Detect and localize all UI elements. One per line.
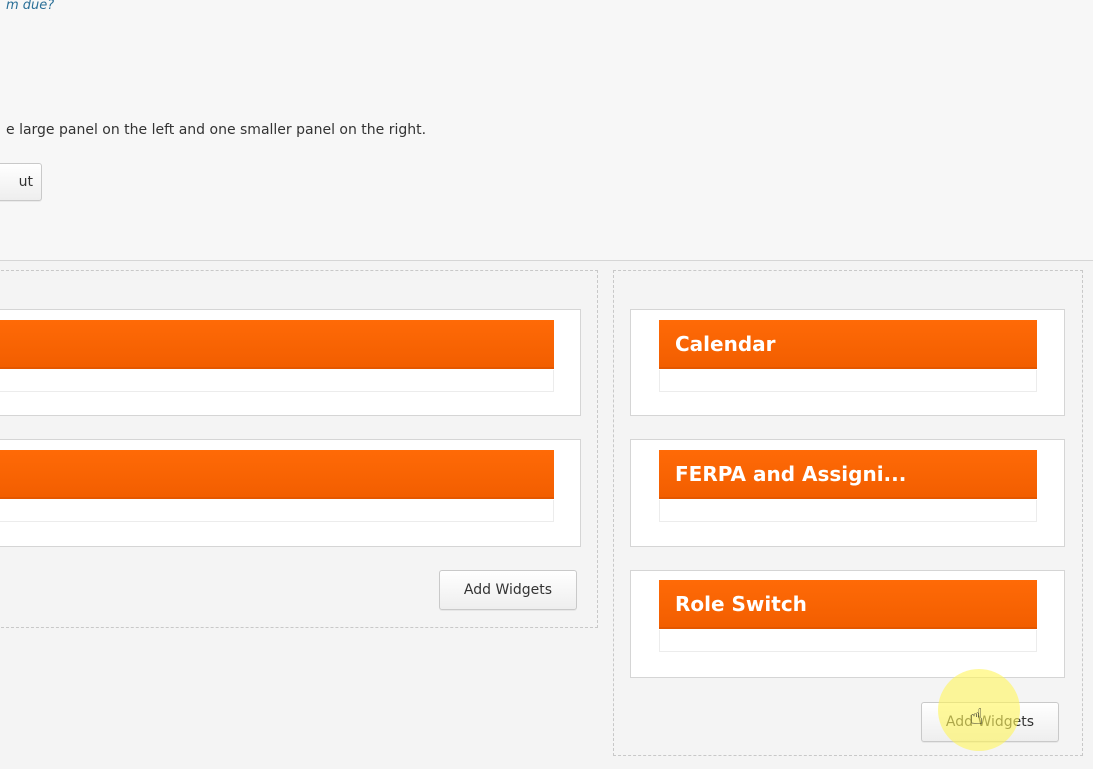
role-switch-widget-header[interactable]: Role Switch [659,580,1037,629]
add-widgets-left-label: Add Widgets [463,582,553,598]
role-switch-widget[interactable]: Role Switch [630,570,1065,678]
calendar-widget[interactable]: Calendar [630,309,1065,416]
add-widgets-right-button[interactable]: Add Widgets [921,702,1059,742]
layout-settings-area: m due? e large panel on the left and one… [0,0,1093,261]
calendar-widget-body [659,370,1037,392]
widget-body [0,500,554,522]
ferpa-widget-title: FERPA and Assigni... [675,461,907,486]
ferpa-widget-body [659,500,1037,522]
hand-pointer-icon: ☝ [970,705,984,730]
change-layout-button[interactable]: ut [0,163,42,201]
role-switch-widget-body [659,630,1037,652]
widget-header[interactable] [0,450,554,499]
calendar-widget-title: Calendar [675,331,776,356]
layout-description: e large panel on the left and one smalle… [6,122,427,138]
left-widget-2[interactable] [0,439,581,547]
ferpa-widget[interactable]: FERPA and Assigni... [630,439,1065,547]
ferpa-widget-header[interactable]: FERPA and Assigni... [659,450,1037,499]
add-widgets-left-button[interactable]: Add Widgets [439,570,577,610]
widget-header[interactable] [0,320,554,369]
role-switch-widget-title: Role Switch [675,591,807,616]
widget-body [0,370,554,392]
calendar-widget-header[interactable]: Calendar [659,320,1037,369]
due-link[interactable]: m due? [6,0,54,13]
left-widget-1[interactable] [0,309,581,416]
change-layout-button-label: ut [18,174,33,190]
add-widgets-right-label: Add Widgets [945,714,1035,730]
